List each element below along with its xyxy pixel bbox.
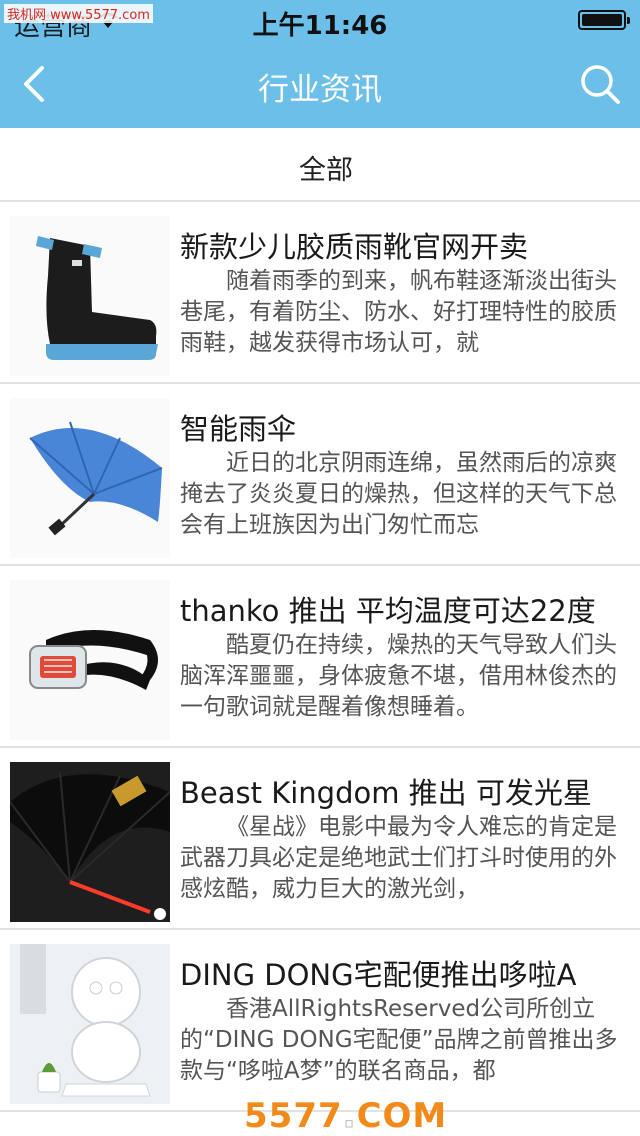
watermark-number: 5577 [244,1096,343,1136]
nav-bar: 行业资讯 [0,40,640,128]
article-title: 智能雨伞 [180,412,297,446]
rain-boot-image [10,216,170,376]
umbrella-image [10,398,170,558]
search-button[interactable] [576,60,624,108]
site-watermark: 我机网 www.5577.com [4,4,153,23]
site-logo-watermark: 5577.COM [244,1096,447,1136]
article-summary: 随着雨季的到来，帆布鞋逐渐淡出街头巷尾，有着防尘、防水、好打理特性的胶质雨鞋，越… [180,268,617,356]
article-summary: 《星战》电影中最为令人难忘的肯定是武器刀具必定是绝地武士们打斗时使用的外感炫酷，… [180,814,617,902]
list-item[interactable]: 新款少儿胶质雨靴官网开卖 随着雨季的到来，帆布鞋逐渐淡出街头巷尾，有着防尘、防水… [0,202,640,384]
article-summary: 香港AllRightsReserved公司所创立的“DING DONG宅配便”品… [180,996,618,1084]
page-title: 行业资讯 [258,72,382,108]
battery-icon [578,10,630,30]
article-list: 新款少儿胶质雨靴官网开卖 随着雨季的到来，帆布鞋逐渐淡出街头巷尾，有着防尘、防水… [0,202,640,1112]
article-summary: 酷夏仍在持续，燥热的天气导致人们头脑浑浑噩噩，身体疲惫不堪，借用林俊杰的一句歌词… [180,632,617,720]
list-item[interactable]: DING DONG宅配便推出哆啦A 香港AllRightsReserved公司所… [0,930,640,1112]
filter-all-label: 全部 [299,155,353,186]
status-bar: 运营商 上午11:46 我机网 www.5577.com [0,0,640,42]
list-item[interactable]: thanko 推出 平均温度可达22度 酷夏仍在持续，燥热的天气导致人们头脑浑浑… [0,566,640,748]
article-title: 新款少儿胶质雨靴官网开卖 [180,230,529,264]
category-filter[interactable]: 全部 [0,128,640,202]
doraemon-figure-image [10,944,170,1104]
article-title: DING DONG宅配便推出哆啦A [180,958,577,992]
watermark-suffix: COM [356,1096,448,1136]
watermark-dot: . [342,1096,357,1136]
article-title: thanko 推出 平均温度可达22度 [180,594,596,628]
list-item[interactable]: 智能雨伞 近日的北京阴雨连绵，虽然雨后的凉爽掩去了炎炎夏日的燥热，但这样的天气下… [0,384,640,566]
search-icon [581,65,620,104]
lightsaber-umbrella-image [10,762,170,922]
list-item[interactable]: Beast Kingdom 推出 可发光星 《星战》电影中最为令人难忘的肯定是武… [0,748,640,930]
article-summary: 近日的北京阴雨连绵，虽然雨后的凉爽掩去了炎炎夏日的燥热，但这样的天气下总会有上班… [180,450,617,538]
neck-cooler-image [10,580,170,740]
article-title: Beast Kingdom 推出 可发光星 [180,776,592,810]
